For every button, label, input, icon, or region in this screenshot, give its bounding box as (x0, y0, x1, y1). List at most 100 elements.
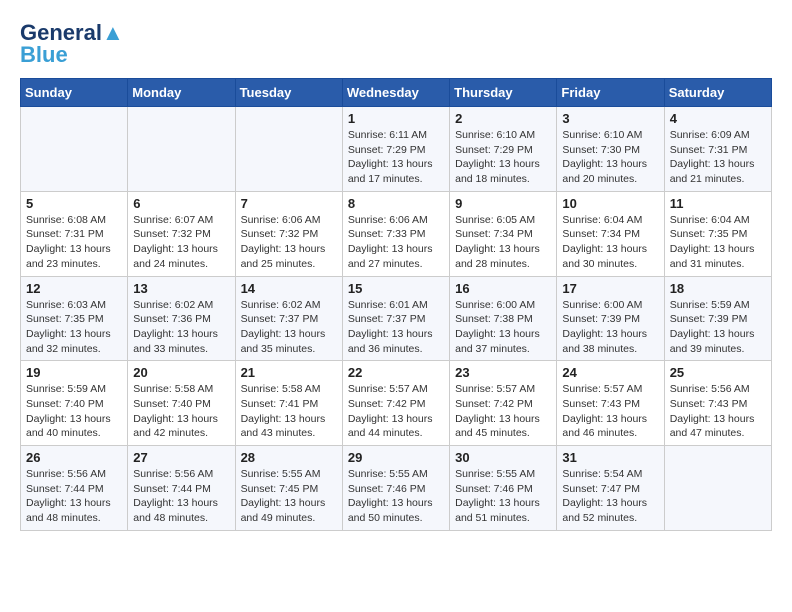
day-info: Sunrise: 6:02 AMSunset: 7:36 PMDaylight:… (133, 298, 229, 357)
day-number: 31 (562, 450, 658, 465)
calendar-cell (128, 107, 235, 192)
day-info: Sunrise: 5:54 AMSunset: 7:47 PMDaylight:… (562, 467, 658, 526)
day-info: Sunrise: 6:04 AMSunset: 7:34 PMDaylight:… (562, 213, 658, 272)
calendar-cell: 21 Sunrise: 5:58 AMSunset: 7:41 PMDayligh… (235, 361, 342, 446)
day-info: Sunrise: 5:58 AMSunset: 7:41 PMDaylight:… (241, 382, 337, 441)
day-info: Sunrise: 6:09 AMSunset: 7:31 PMDaylight:… (670, 128, 766, 187)
calendar-cell: 13 Sunrise: 6:02 AMSunset: 7:36 PMDayligh… (128, 276, 235, 361)
calendar-cell: 7Sunrise: 6:06 AMSunset: 7:32 PMDaylight… (235, 191, 342, 276)
calendar-cell: 30 Sunrise: 5:55 AMSunset: 7:46 PMDayligh… (450, 446, 557, 531)
day-info: Sunrise: 5:59 AMSunset: 7:39 PMDaylight:… (670, 298, 766, 357)
calendar-cell: 9 Sunrise: 6:05 AMSunset: 7:34 PMDaylight… (450, 191, 557, 276)
day-number: 29 (348, 450, 444, 465)
page-header: General▲ Blue (20, 20, 772, 68)
day-number: 6 (133, 196, 229, 211)
day-number: 24 (562, 365, 658, 380)
calendar-cell: 15 Sunrise: 6:01 AMSunset: 7:37 PMDayligh… (342, 276, 449, 361)
weekday-header: Tuesday (235, 79, 342, 107)
calendar-cell: 10 Sunrise: 6:04 AMSunset: 7:34 PMDayligh… (557, 191, 664, 276)
day-info: Sunrise: 5:57 AMSunset: 7:43 PMDaylight:… (562, 382, 658, 441)
day-number: 19 (26, 365, 122, 380)
calendar-cell: 28 Sunrise: 5:55 AMSunset: 7:45 PMDayligh… (235, 446, 342, 531)
weekday-header: Thursday (450, 79, 557, 107)
day-number: 3 (562, 111, 658, 126)
day-number: 23 (455, 365, 551, 380)
calendar-cell: 4Sunrise: 6:09 AMSunset: 7:31 PMDaylight… (664, 107, 771, 192)
calendar-cell: 23 Sunrise: 5:57 AMSunset: 7:42 PMDayligh… (450, 361, 557, 446)
day-number: 10 (562, 196, 658, 211)
day-info: Sunrise: 5:55 AMSunset: 7:46 PMDaylight:… (348, 467, 444, 526)
calendar-cell: 16Sunrise: 6:00 AMSunset: 7:38 PMDayligh… (450, 276, 557, 361)
day-info: Sunrise: 6:08 AMSunset: 7:31 PMDaylight:… (26, 213, 122, 272)
day-number: 11 (670, 196, 766, 211)
day-info: Sunrise: 6:05 AMSunset: 7:34 PMDaylight:… (455, 213, 551, 272)
calendar-cell: 2 Sunrise: 6:10 AMSunset: 7:29 PMDaylight… (450, 107, 557, 192)
calendar-cell: 14Sunrise: 6:02 AMSunset: 7:37 PMDayligh… (235, 276, 342, 361)
calendar-table: SundayMondayTuesdayWednesdayThursdayFrid… (20, 78, 772, 531)
day-number: 17 (562, 281, 658, 296)
day-number: 27 (133, 450, 229, 465)
day-number: 30 (455, 450, 551, 465)
day-info: Sunrise: 6:10 AMSunset: 7:30 PMDaylight:… (562, 128, 658, 187)
day-number: 1 (348, 111, 444, 126)
weekday-header: Sunday (21, 79, 128, 107)
day-info: Sunrise: 5:56 AMSunset: 7:44 PMDaylight:… (133, 467, 229, 526)
calendar-cell: 11 Sunrise: 6:04 AMSunset: 7:35 PMDayligh… (664, 191, 771, 276)
day-number: 15 (348, 281, 444, 296)
day-info: Sunrise: 6:00 AMSunset: 7:39 PMDaylight:… (562, 298, 658, 357)
day-info: Sunrise: 5:56 AMSunset: 7:44 PMDaylight:… (26, 467, 122, 526)
day-number: 25 (670, 365, 766, 380)
day-info: Sunrise: 5:57 AMSunset: 7:42 PMDaylight:… (455, 382, 551, 441)
day-info: Sunrise: 6:03 AMSunset: 7:35 PMDaylight:… (26, 298, 122, 357)
weekday-header: Wednesday (342, 79, 449, 107)
day-number: 22 (348, 365, 444, 380)
day-info: Sunrise: 6:04 AMSunset: 7:35 PMDaylight:… (670, 213, 766, 272)
calendar-cell: 17 Sunrise: 6:00 AMSunset: 7:39 PMDayligh… (557, 276, 664, 361)
day-number: 14 (241, 281, 337, 296)
calendar-cell (21, 107, 128, 192)
day-info: Sunrise: 6:07 AMSunset: 7:32 PMDaylight:… (133, 213, 229, 272)
day-number: 5 (26, 196, 122, 211)
calendar-cell: 24 Sunrise: 5:57 AMSunset: 7:43 PMDayligh… (557, 361, 664, 446)
calendar-cell: 31 Sunrise: 5:54 AMSunset: 7:47 PMDayligh… (557, 446, 664, 531)
day-number: 9 (455, 196, 551, 211)
day-number: 18 (670, 281, 766, 296)
day-info: Sunrise: 5:56 AMSunset: 7:43 PMDaylight:… (670, 382, 766, 441)
day-number: 28 (241, 450, 337, 465)
day-number: 13 (133, 281, 229, 296)
logo-blue: Blue (20, 42, 68, 68)
day-number: 16 (455, 281, 551, 296)
day-info: Sunrise: 5:57 AMSunset: 7:42 PMDaylight:… (348, 382, 444, 441)
day-info: Sunrise: 5:55 AMSunset: 7:45 PMDaylight:… (241, 467, 337, 526)
weekday-header: Saturday (664, 79, 771, 107)
calendar-cell: 18 Sunrise: 5:59 AMSunset: 7:39 PMDayligh… (664, 276, 771, 361)
day-info: Sunrise: 6:01 AMSunset: 7:37 PMDaylight:… (348, 298, 444, 357)
day-info: Sunrise: 6:11 AMSunset: 7:29 PMDaylight:… (348, 128, 444, 187)
day-number: 21 (241, 365, 337, 380)
calendar-cell: 19 Sunrise: 5:59 AMSunset: 7:40 PMDayligh… (21, 361, 128, 446)
calendar-cell: 20Sunrise: 5:58 AMSunset: 7:40 PMDayligh… (128, 361, 235, 446)
calendar-cell: 26 Sunrise: 5:56 AMSunset: 7:44 PMDayligh… (21, 446, 128, 531)
calendar-cell: 5 Sunrise: 6:08 AMSunset: 7:31 PMDaylight… (21, 191, 128, 276)
day-number: 20 (133, 365, 229, 380)
calendar-cell (664, 446, 771, 531)
calendar-cell: 27 Sunrise: 5:56 AMSunset: 7:44 PMDayligh… (128, 446, 235, 531)
calendar-cell: 25 Sunrise: 5:56 AMSunset: 7:43 PMDayligh… (664, 361, 771, 446)
day-number: 12 (26, 281, 122, 296)
day-number: 2 (455, 111, 551, 126)
day-info: Sunrise: 5:59 AMSunset: 7:40 PMDaylight:… (26, 382, 122, 441)
weekday-header: Monday (128, 79, 235, 107)
day-info: Sunrise: 5:55 AMSunset: 7:46 PMDaylight:… (455, 467, 551, 526)
weekday-header: Friday (557, 79, 664, 107)
calendar-cell (235, 107, 342, 192)
calendar-cell: 8Sunrise: 6:06 AMSunset: 7:33 PMDaylight… (342, 191, 449, 276)
calendar-cell: 6 Sunrise: 6:07 AMSunset: 7:32 PMDaylight… (128, 191, 235, 276)
day-info: Sunrise: 6:10 AMSunset: 7:29 PMDaylight:… (455, 128, 551, 187)
calendar-cell: 12 Sunrise: 6:03 AMSunset: 7:35 PMDayligh… (21, 276, 128, 361)
day-info: Sunrise: 6:06 AMSunset: 7:32 PMDaylight:… (241, 213, 337, 272)
calendar-cell: 3 Sunrise: 6:10 AMSunset: 7:30 PMDaylight… (557, 107, 664, 192)
calendar-cell: 1 Sunrise: 6:11 AMSunset: 7:29 PMDaylight… (342, 107, 449, 192)
calendar-cell: 29 Sunrise: 5:55 AMSunset: 7:46 PMDayligh… (342, 446, 449, 531)
day-number: 8 (348, 196, 444, 211)
day-number: 26 (26, 450, 122, 465)
